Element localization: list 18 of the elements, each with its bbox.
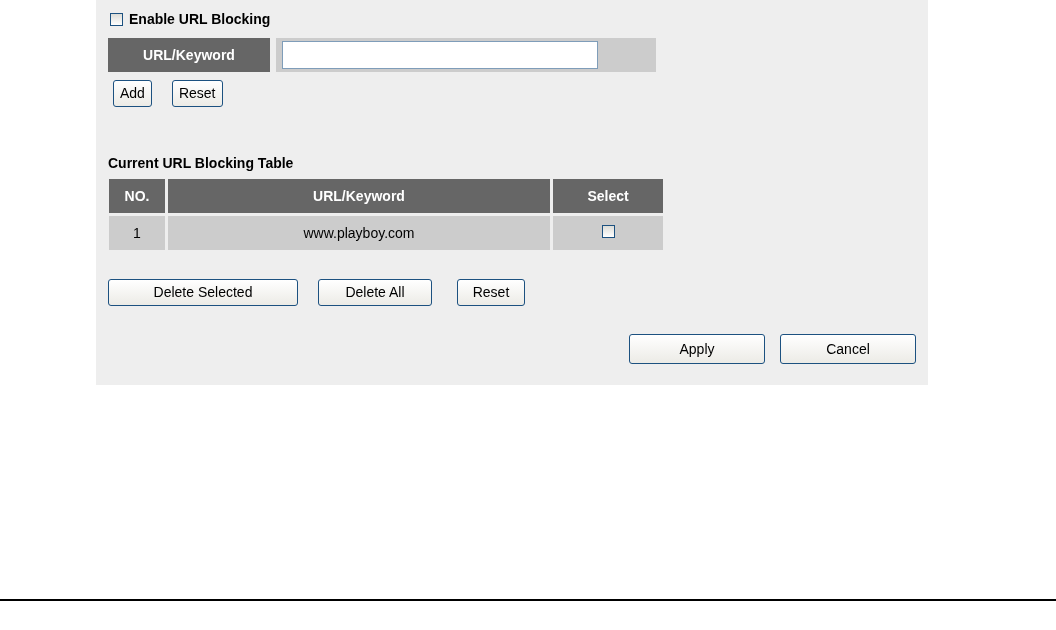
add-button[interactable]: Add (113, 80, 152, 107)
column-header: URL/Keyword (168, 179, 550, 213)
checkbox-label: Enable URL Blocking (129, 9, 271, 29)
column-header: NO. (109, 179, 165, 213)
table-cell: 1 (109, 216, 165, 250)
column-header: Select (553, 179, 663, 213)
delete-all-button[interactable]: Delete All (318, 279, 432, 306)
reset-button[interactable]: Reset (171, 80, 223, 107)
section-title: Current URL Blocking Table (108, 154, 295, 173)
field-label: URL/Keyword (108, 38, 270, 72)
url-input-field[interactable] (282, 41, 598, 69)
delete-selected-button[interactable]: Delete Selected (108, 279, 298, 306)
cancel-button[interactable]: Cancel (780, 334, 916, 364)
table-cell: www.playboy.com (168, 216, 550, 250)
apply-button[interactable]: Apply (629, 334, 765, 364)
select-checkbox[interactable] (601, 224, 615, 238)
enable-checkbox[interactable] (110, 12, 123, 26)
reset-button[interactable]: Reset (457, 279, 525, 306)
